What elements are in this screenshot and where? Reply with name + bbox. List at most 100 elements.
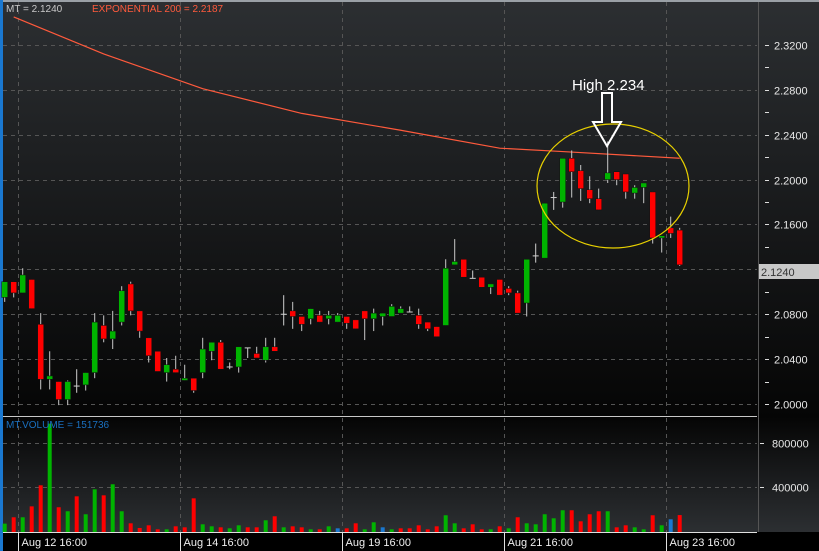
- candle-body-down: [136, 310, 143, 332]
- volume-bar: [191, 498, 196, 532]
- candle-body-down: [586, 189, 593, 199]
- candle-body-down: [514, 292, 521, 314]
- candle-body-down: [10, 281, 17, 294]
- candle-body-down: [217, 342, 224, 370]
- volume-bar: [524, 523, 529, 532]
- candle-body-up: [397, 308, 404, 314]
- candle: [433, 326, 440, 337]
- candle-body-up: [208, 342, 215, 352]
- candlestick-chart[interactable]: 2.00002.04002.08002.12002.16002.20002.24…: [0, 0, 819, 551]
- candle-body-down: [289, 310, 296, 317]
- volume-bar: [110, 484, 115, 532]
- volume-bar: [245, 527, 250, 532]
- volume-bar: [632, 527, 637, 532]
- time-tick-label: Aug 23 16:00: [670, 537, 735, 549]
- candle: [352, 319, 359, 330]
- candle-body-down: [172, 368, 179, 373]
- volume-bar: [398, 528, 403, 532]
- time-tick-label: Aug 19 16:00: [346, 537, 411, 549]
- volume-bar: [218, 527, 223, 532]
- candle-body-down: [55, 381, 62, 400]
- candle-body-up: [64, 381, 71, 400]
- candle-body-up: [640, 182, 647, 188]
- candle-body-down: [478, 276, 485, 288]
- volume-bar: [380, 527, 385, 532]
- candle-body-up: [325, 315, 332, 319]
- candle: [514, 290, 521, 314]
- volume-tick-label: 800000: [772, 439, 809, 451]
- volume-bar: [20, 517, 25, 532]
- volume-bar: [326, 526, 331, 532]
- candle-body-down: [154, 351, 161, 372]
- volume-tick-label: 400000: [772, 483, 809, 495]
- volume-bar: [461, 528, 466, 532]
- volume-bar: [317, 529, 322, 532]
- candle: [37, 313, 44, 390]
- volume-bar: [389, 529, 394, 532]
- candle-body-down: [676, 229, 683, 266]
- volume-bar: [569, 510, 574, 532]
- candle-body-down: [343, 316, 350, 324]
- volume-bar: [452, 523, 457, 532]
- candle-body-up: [19, 274, 26, 294]
- candle-body-up: [109, 330, 116, 340]
- candle-body-down: [361, 310, 368, 319]
- candle-body-down: [145, 337, 152, 357]
- volume-bar: [668, 519, 673, 532]
- candle-body-down: [595, 198, 602, 211]
- candle-body-up: [91, 321, 98, 373]
- candle: [442, 259, 449, 326]
- candle-body-up: [334, 315, 341, 323]
- candle-body-down: [271, 346, 278, 352]
- top-border: [0, 0, 819, 2]
- volume-bar: [551, 518, 556, 532]
- volume-bar: [38, 485, 43, 532]
- candle-body-up: [82, 372, 89, 386]
- volume-bar: [362, 529, 367, 532]
- left-border: [0, 0, 3, 551]
- candle-body-up: [118, 290, 125, 323]
- candle-body-up: [658, 235, 665, 239]
- volume-bar: [281, 527, 286, 532]
- volume-bar: [65, 511, 70, 532]
- price-tick-label: 2.2000: [774, 176, 808, 188]
- candle-body-up: [442, 267, 449, 326]
- candle-body-up: [379, 312, 386, 317]
- volume-bar: [605, 511, 610, 532]
- candle-body-down: [577, 170, 584, 189]
- candle-body-down: [649, 191, 656, 239]
- volume-bar: [308, 529, 313, 532]
- candle: [460, 259, 467, 278]
- volume-bar: [119, 511, 124, 532]
- volume-bar: [407, 528, 412, 532]
- volume-bar: [614, 527, 619, 532]
- candle-body-down: [424, 321, 431, 330]
- volume-bar: [506, 528, 511, 532]
- candle: [127, 281, 134, 316]
- volume-bar: [677, 515, 682, 532]
- volume-legend: MT.VOLUME = 151736: [6, 420, 110, 431]
- price-tick-label: 2.3200: [774, 41, 808, 53]
- volume-bar: [173, 526, 178, 532]
- candle: [676, 227, 683, 266]
- time-tick-label: Aug 21 16:00: [508, 537, 573, 549]
- candle-body-up: [235, 346, 242, 368]
- candle: [559, 158, 566, 208]
- volume-bar: [479, 529, 484, 532]
- volume-bar: [497, 526, 502, 532]
- price-tick-label: 2.2400: [774, 131, 808, 143]
- candle: [154, 351, 161, 372]
- candle-body-up: [163, 364, 170, 373]
- price-tick-label: 2.1600: [774, 220, 808, 232]
- volume-bar: [560, 510, 565, 532]
- volume-bar: [416, 525, 421, 532]
- candle-body-down: [415, 315, 422, 325]
- candle: [118, 286, 125, 326]
- volume-bar: [290, 526, 295, 532]
- volume-bar: [74, 496, 79, 532]
- volume-bar: [209, 526, 214, 532]
- candle-body-up: [487, 283, 494, 288]
- ema-legend: EXPONENTIAL 200 = 2.2187: [92, 4, 224, 15]
- volume-bar: [29, 506, 34, 532]
- volume-bar: [56, 507, 61, 532]
